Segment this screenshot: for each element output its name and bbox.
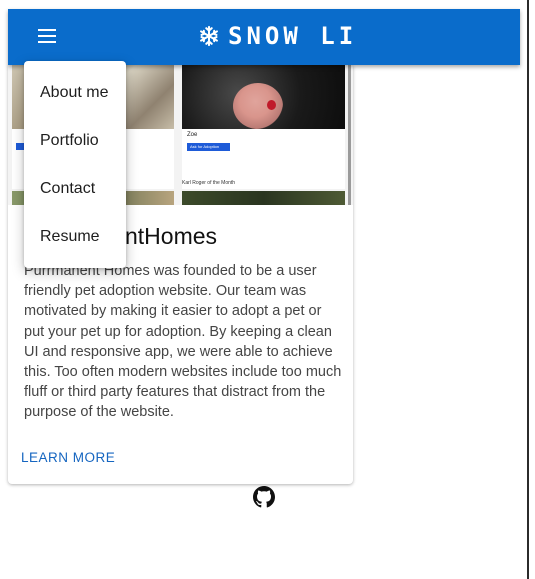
menu-item-portfolio[interactable]: Portfolio [40,132,99,150]
brand[interactable]: SNOW LI [198,21,357,51]
thumb-nose-spot [267,100,276,110]
brand-title: SNOW LI [228,22,358,50]
github-icon[interactable] [253,486,275,508]
menu-item-about-me[interactable]: About me [40,84,108,102]
learn-more-button[interactable]: LEARN MORE [21,450,115,465]
thumb-caption-zoe: Zoe [187,132,198,138]
hamburger-menu-icon[interactable] [38,29,58,45]
menu-item-contact[interactable]: Contact [40,180,95,198]
window-edge [527,0,535,579]
menu-item-resume[interactable]: Resume [40,228,100,246]
app-bar: SNOW LI [8,9,520,65]
thumb-adopt-button-right: Ask for Adoption [187,143,230,151]
nav-menu: About me Portfolio Contact Resume [24,61,126,268]
thumb-caption-karl: Karl Roger of the Month [182,180,236,186]
thumb-scrollbar [348,65,351,205]
thumb-bottom-right [182,191,345,205]
card-description: Purrmanent Homes was founded to be a use… [24,263,342,421]
snowflake-icon [200,25,218,47]
